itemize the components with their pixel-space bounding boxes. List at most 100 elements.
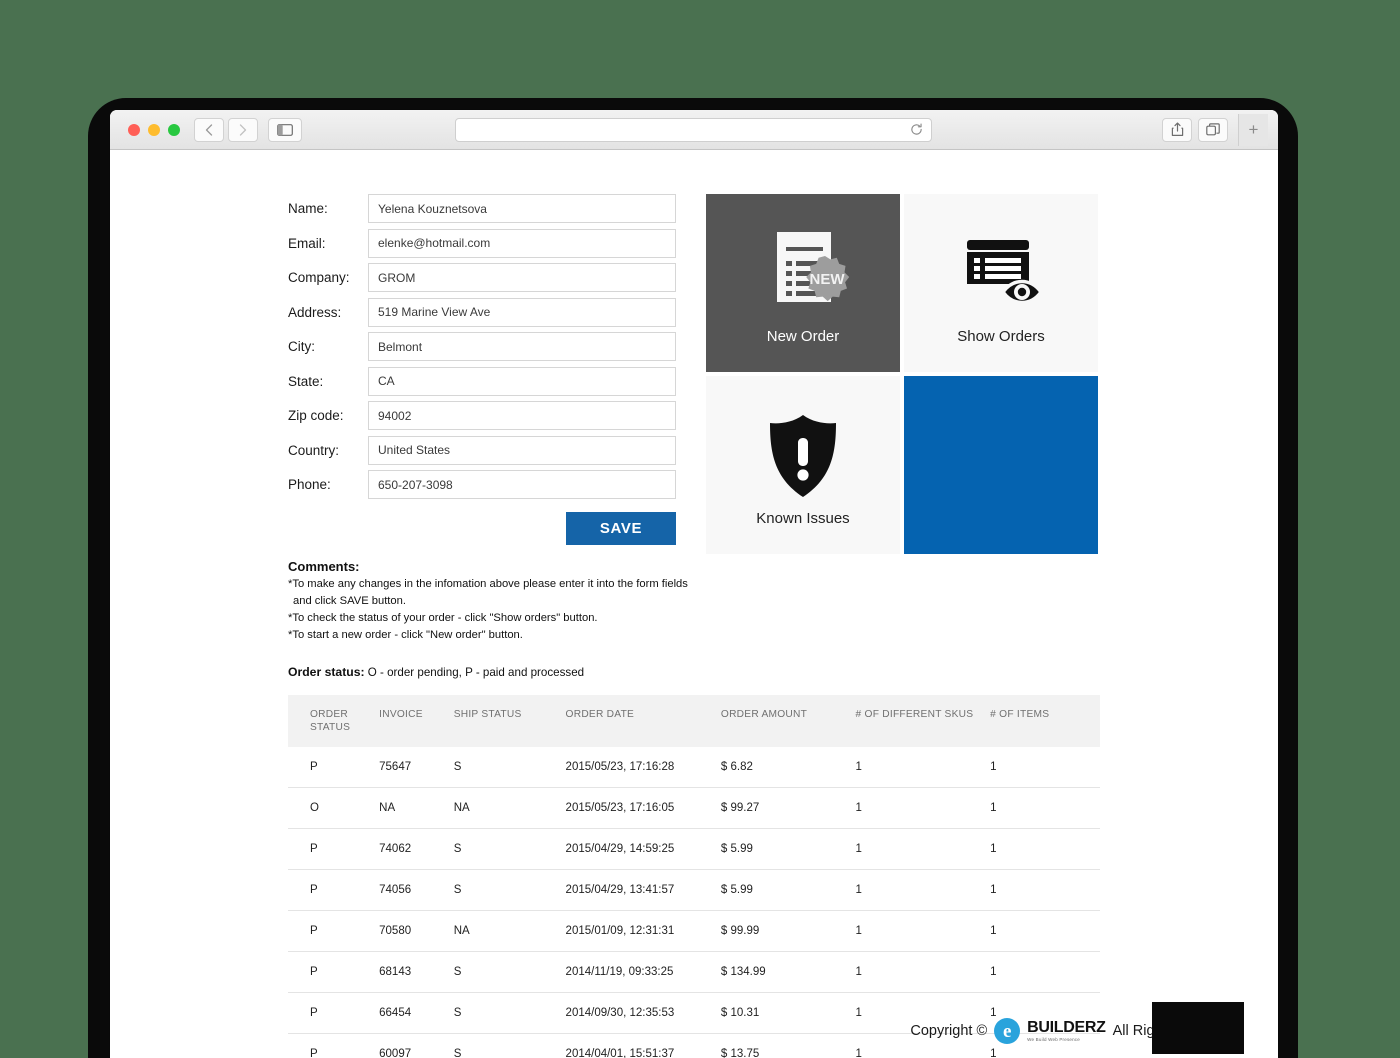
table-cell: S <box>453 951 566 994</box>
navigation-buttons <box>194 117 258 142</box>
logo-name: BUILDERZ <box>1027 1019 1106 1036</box>
logo-tagline: We Build Web Presence <box>1027 1036 1080 1042</box>
table-cell: 1 <box>855 910 991 953</box>
content-container: Name: Email: Company: Address: City: State: Zi… <box>288 194 1100 1058</box>
tile-label: Known Issues <box>756 509 850 527</box>
tile-show-orders[interactable]: Show Orders <box>904 194 1098 372</box>
form-row-state: State: <box>288 366 676 396</box>
form-row-city: City: <box>288 332 676 361</box>
zip-label: Zip code: <box>288 408 344 423</box>
table-cell: 74062 <box>379 828 454 871</box>
address-label: Address: <box>288 304 342 320</box>
address-field[interactable] <box>368 297 676 327</box>
table-cell: 1 <box>855 787 991 830</box>
shield-alert-icon <box>764 404 842 508</box>
form-row-email: Email: <box>288 228 676 258</box>
table-cell: 2014/11/19, 09:33:25 <box>565 951 721 994</box>
table-cell: 1 <box>855 747 991 789</box>
table-cell: 75647 <box>379 747 454 789</box>
company-label: Company: <box>288 270 350 285</box>
table-cell: 70580 <box>379 910 454 953</box>
country-field[interactable] <box>368 435 676 465</box>
toolbar-right-actions: + <box>1162 113 1268 146</box>
column-header-5: # OF DIFFERENT SKUS <box>855 694 991 748</box>
copyright-suffix: All Rights Reserved. <box>1112 1023 1244 1039</box>
column-header-label: ORDER DATE <box>565 708 635 720</box>
tile-empty-blue[interactable] <box>904 376 1098 554</box>
order-status-legend-text: O - order pending, P - paid and processe… <box>367 665 585 679</box>
account-form: Name: Email: Company: Address: City: State: Zi… <box>288 194 676 545</box>
maximize-window-button[interactable] <box>168 123 180 136</box>
comment-line-3: *To start a new order - click "New order… <box>288 628 523 641</box>
table-cell: $ 99.99 <box>720 910 856 953</box>
table-cell: 74056 <box>379 869 454 912</box>
tile-known-issues[interactable]: Known Issues <box>706 376 900 554</box>
order-status-legend: Order status: O - order pending, P - pai… <box>288 665 1100 679</box>
table-row: O NA NA 2015/05/23, 17:16:05 $ 99.27 1 1 <box>288 787 1100 830</box>
table-cell: 2014/09/30, 12:35:53 <box>565 992 721 1035</box>
toggle-sidebar-button[interactable] <box>268 117 302 142</box>
orders-table-header-row: ORDER STATUS INVOICE SHIP STATUS ORDER DATE… <box>288 694 1100 748</box>
forward-button[interactable] <box>228 117 258 142</box>
view-list-icon <box>955 222 1047 326</box>
zip-field[interactable] <box>368 401 676 430</box>
table-cell: 2015/04/29, 13:41:57 <box>565 869 721 912</box>
state-label: State: <box>288 373 324 389</box>
table-cell: 2014/04/01, 15:51:37 <box>565 1033 721 1058</box>
orders-table-body: P 75647 S 2015/05/23, 17:16:28 $ 6.82 1 1 O NA NA… <box>288 747 1100 1058</box>
reload-icon[interactable] <box>910 123 923 136</box>
close-window-button[interactable] <box>128 123 140 136</box>
table-row: P 74062 S 2015/04/29, 14:59:25 $ 5.99 1 1 <box>288 828 1100 871</box>
form-row-phone: Phone: <box>288 470 676 499</box>
new-tab-button[interactable]: + <box>1238 113 1268 146</box>
table-cell: P <box>288 992 380 1035</box>
email-label: Email: <box>288 235 326 251</box>
table-cell: 1 <box>855 869 991 912</box>
table-cell: P <box>288 869 380 912</box>
table-row: P 74056 S 2015/04/29, 13:41:57 $ 5.99 1 1 <box>288 869 1100 912</box>
table-cell: $ 5.99 <box>720 828 856 871</box>
phone-field[interactable] <box>368 470 676 499</box>
column-header-label: INVOICE <box>379 708 423 720</box>
chevron-left-icon <box>205 123 213 136</box>
state-field[interactable] <box>368 366 676 396</box>
form-row-country: Country: <box>288 435 676 465</box>
share-button[interactable] <box>1162 117 1192 142</box>
table-cell: P <box>288 951 380 994</box>
company-field[interactable] <box>368 263 676 292</box>
form-row-zip: Zip code: <box>288 401 676 430</box>
name-field[interactable] <box>368 194 676 223</box>
table-cell: $ 99.27 <box>720 787 856 830</box>
save-row: SAVE <box>288 512 676 545</box>
table-cell: S <box>453 747 566 789</box>
table-cell: $ 6.82 <box>720 747 856 789</box>
table-cell: $ 13.75 <box>720 1033 856 1058</box>
orders-table-head: ORDER STATUS INVOICE SHIP STATUS ORDER DATE… <box>288 694 1100 748</box>
tile-label: New Order <box>766 327 840 345</box>
column-header-label: # OF DIFFERENT SKUS <box>855 708 974 720</box>
form-rows: Name: Email: Company: Address: City: State: Zi… <box>288 194 676 499</box>
address-bar[interactable] <box>455 117 932 142</box>
table-cell: S <box>453 1033 566 1058</box>
tile-label: Show Orders <box>957 327 1045 345</box>
column-header-1: INVOICE <box>379 694 454 748</box>
table-cell: S <box>453 992 566 1035</box>
copyright-prefix: Copyright © <box>910 1023 988 1039</box>
table-row: P 68143 S 2014/11/19, 09:33:25 $ 134.99 1 1 <box>288 951 1100 994</box>
ebuilderz-logo-text: BUILDERZ We Build Web Presence <box>1027 1019 1106 1042</box>
browser-toolbar: + <box>110 110 1278 150</box>
city-field[interactable] <box>368 332 676 361</box>
table-row: P 70580 NA 2015/01/09, 12:31:31 $ 99.99 1 1 <box>288 910 1100 953</box>
table-cell: 1 <box>990 951 1100 994</box>
table-cell: $ 5.99 <box>720 869 856 912</box>
order-status-legend-label: Order status: <box>288 664 365 679</box>
orders-table: ORDER STATUS INVOICE SHIP STATUS ORDER DATE… <box>288 694 1100 1058</box>
email-field[interactable] <box>368 228 676 258</box>
show-tabs-button[interactable] <box>1198 117 1228 142</box>
save-button[interactable]: SAVE <box>566 512 676 545</box>
tile-new-order[interactable]: NEW New Order <box>706 194 900 372</box>
table-cell: P <box>288 1033 380 1058</box>
minimize-window-button[interactable] <box>148 123 160 136</box>
back-button[interactable] <box>194 117 224 142</box>
sidebar-icon <box>277 123 293 136</box>
